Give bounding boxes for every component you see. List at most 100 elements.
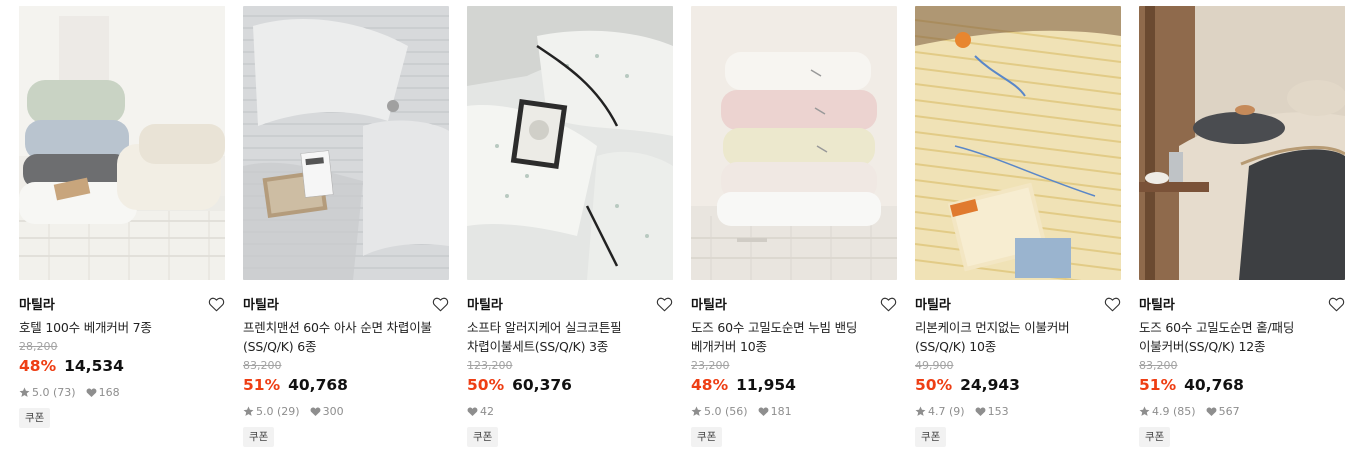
rating: 4.7 <box>928 405 946 418</box>
heart-outline-icon[interactable] <box>1104 296 1121 312</box>
charcoal-beige-bedding-image <box>1139 6 1345 280</box>
rating: 5.0 <box>32 386 50 399</box>
review-meta: 5.0 (29) 300 <box>243 405 449 418</box>
title-line-1: 도즈 60수 고밀도순면 누빔 밴딩 <box>691 320 858 335</box>
rating: 5.0 <box>256 405 274 418</box>
review-meta: 5.0 (56) 181 <box>691 405 897 418</box>
title-line-1: 프렌치맨션 60수 아사 순면 차렵이불 <box>243 320 432 335</box>
heart-filled-icon <box>975 406 986 417</box>
brand-name[interactable]: 마틸라 <box>1139 298 1175 313</box>
discount-rate: 51% <box>243 376 281 394</box>
yellow-stripe-bedding-image <box>915 6 1121 280</box>
title-line-1: 호텔 100수 베개커버 7종 <box>19 320 152 335</box>
discount-rate: 48% <box>19 357 57 375</box>
original-price: 28,200 <box>19 340 58 353</box>
product-card[interactable]: 마틸라 호텔 100수 베개커버 7종 28,200 48% 14,534 5.0… <box>19 6 225 428</box>
product-title[interactable]: 프렌치맨션 60수 아사 순면 차렵이불 (SS/Q/K) 6종 <box>243 318 449 356</box>
brand-row: 마틸라 <box>19 294 225 314</box>
product-card[interactable]: 마틸라 도즈 60수 고밀도순면 홑/패딩 이불커버(SS/Q/K) 12종 8… <box>1139 6 1345 447</box>
star-icon <box>915 406 926 417</box>
brand-name[interactable]: 마틸라 <box>467 298 503 313</box>
product-card[interactable]: 마틸라 도즈 60수 고밀도순면 누빔 밴딩 베개커버 10종 23,200 4… <box>691 6 897 447</box>
sale-price: 60,376 <box>512 376 572 394</box>
product-image[interactable] <box>19 6 225 280</box>
brand-row: 마틸라 <box>1139 294 1345 314</box>
price-row: 50% 60,376 <box>467 375 673 395</box>
price-row: 51% 40,768 <box>1139 375 1345 395</box>
discount-rate: 48% <box>691 376 729 394</box>
heart-filled-icon <box>86 387 97 398</box>
title-line-1: 도즈 60수 고밀도순면 홑/패딩 <box>1139 320 1295 335</box>
product-image[interactable] <box>467 6 673 280</box>
review-count: (56) <box>725 405 748 418</box>
heart-filled-icon <box>310 406 321 417</box>
sale-price: 40,768 <box>288 376 348 394</box>
brand-row: 마틸라 <box>467 294 673 314</box>
product-image[interactable] <box>243 6 449 280</box>
product-image[interactable] <box>915 6 1121 280</box>
title-line-1: 리본케이크 먼지없는 이불커버 <box>915 320 1070 335</box>
review-count: (73) <box>53 386 76 399</box>
title-line-2: (SS/Q/K) 10종 <box>915 339 997 354</box>
title-line-2: 베개커버 10종 <box>691 339 767 354</box>
product-title[interactable]: 소프타 알러지케어 실크코튼필 차렵이불세트(SS/Q/K) 3종 <box>467 318 673 356</box>
brand-name[interactable]: 마틸라 <box>19 298 55 313</box>
heart-outline-icon[interactable] <box>432 296 449 312</box>
coupon-badge: 쿠폰 <box>691 427 723 447</box>
pastel-pillow-stack-image <box>691 6 897 280</box>
original-price: 49,900 <box>915 359 954 372</box>
floral-bedding-ribbon-image <box>467 6 673 280</box>
original-price: 83,200 <box>1139 359 1178 372</box>
product-grid: 마틸라 호텔 100수 베개커버 7종 28,200 48% 14,534 5.0… <box>0 0 1347 456</box>
brand-name[interactable]: 마틸라 <box>243 298 279 313</box>
review-count: (85) <box>1173 405 1196 418</box>
review-meta: 4.7 (9) 153 <box>915 405 1121 418</box>
coupon-badge: 쿠폰 <box>243 427 275 447</box>
like-count: 153 <box>987 405 1009 418</box>
like-count: 168 <box>98 386 120 399</box>
review-count: (9) <box>949 405 965 418</box>
like-count: 42 <box>480 405 494 418</box>
product-card[interactable]: 마틸라 프렌치맨션 60수 아사 순면 차렵이불 (SS/Q/K) 6종 83,… <box>243 6 449 447</box>
like-count: 300 <box>322 405 344 418</box>
brand-row: 마틸라 <box>243 294 449 314</box>
product-title[interactable]: 도즈 60수 고밀도순면 홑/패딩 이불커버(SS/Q/K) 12종 <box>1139 318 1345 356</box>
discount-rate: 50% <box>915 376 953 394</box>
heart-filled-icon <box>758 406 769 417</box>
product-image[interactable] <box>691 6 897 280</box>
product-title[interactable]: 리본케이크 먼지없는 이불커버 (SS/Q/K) 10종 <box>915 318 1121 356</box>
rating: 4.9 <box>1152 405 1170 418</box>
brand-name[interactable]: 마틸라 <box>691 298 727 313</box>
heart-filled-icon <box>467 406 478 417</box>
product-image[interactable] <box>1139 6 1345 280</box>
sale-price: 11,954 <box>736 376 796 394</box>
price-row: 50% 24,943 <box>915 375 1121 395</box>
like-count: 181 <box>770 405 792 418</box>
pillow-stack-cream-image <box>19 6 225 280</box>
title-line-2: 차렵이불세트(SS/Q/K) 3종 <box>467 339 609 354</box>
brand-row: 마틸라 <box>915 294 1121 314</box>
sale-price: 14,534 <box>64 357 124 375</box>
product-card[interactable]: 마틸라 리본케이크 먼지없는 이불커버 (SS/Q/K) 10종 49,900 … <box>915 6 1121 447</box>
rating: 5.0 <box>704 405 722 418</box>
title-line-1: 소프타 알러지케어 실크코튼필 <box>467 320 622 335</box>
grey-stripe-bedding-image <box>243 6 449 280</box>
heart-outline-icon[interactable] <box>1328 296 1345 312</box>
heart-outline-icon[interactable] <box>880 296 897 312</box>
brand-name[interactable]: 마틸라 <box>915 298 951 313</box>
review-meta: 4.9 (85) 567 <box>1139 405 1345 418</box>
product-title[interactable]: 호텔 100수 베개커버 7종 <box>19 318 225 337</box>
discount-rate: 51% <box>1139 376 1177 394</box>
discount-rate: 50% <box>467 376 505 394</box>
price-row: 51% 40,768 <box>243 375 449 395</box>
original-price: 123,200 <box>467 359 513 372</box>
product-title[interactable]: 도즈 60수 고밀도순면 누빔 밴딩 베개커버 10종 <box>691 318 897 356</box>
coupon-badge: 쿠폰 <box>915 427 947 447</box>
product-card[interactable]: 마틸라 소프타 알러지케어 실크코튼필 차렵이불세트(SS/Q/K) 3종 12… <box>467 6 673 447</box>
heart-outline-icon[interactable] <box>208 296 225 312</box>
coupon-badge: 쿠폰 <box>467 427 499 447</box>
heart-outline-icon[interactable] <box>656 296 673 312</box>
star-icon <box>1139 406 1150 417</box>
original-price: 23,200 <box>691 359 730 372</box>
price-row: 48% 11,954 <box>691 375 897 395</box>
